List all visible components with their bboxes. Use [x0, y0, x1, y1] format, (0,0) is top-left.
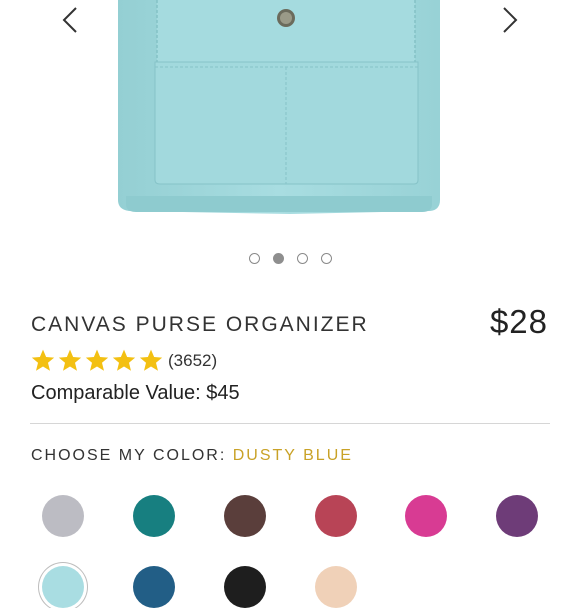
- star-icon: [139, 349, 163, 371]
- chevron-left-icon: [62, 7, 77, 33]
- divider: [30, 423, 550, 424]
- carousel-dot[interactable]: [248, 253, 260, 264]
- color-swatch[interactable]: [496, 495, 538, 537]
- star-icon: [85, 349, 109, 371]
- next-image-button[interactable]: [484, 0, 536, 40]
- star-icon: [31, 349, 55, 371]
- previous-image-button[interactable]: [44, 0, 96, 40]
- carousel-dots: [0, 253, 580, 264]
- carousel-dot-active[interactable]: [272, 253, 284, 264]
- color-picker-label: CHOOSE MY COLOR:: [31, 447, 233, 464]
- review-count[interactable]: (3652): [168, 351, 217, 371]
- carousel-dot[interactable]: [320, 253, 332, 264]
- color-picker-heading: CHOOSE MY COLOR: DUSTY BLUE: [31, 447, 353, 465]
- color-swatch[interactable]: [405, 495, 447, 537]
- color-swatch[interactable]: [315, 495, 357, 537]
- star-icon: [58, 349, 82, 371]
- star-icon: [112, 349, 136, 371]
- product-image-gallery: [0, 0, 580, 240]
- product-price: $28: [489, 303, 548, 340]
- comparable-value: Comparable Value: $45: [31, 382, 240, 404]
- product-title: CANVAS PURSE ORGANIZER: [31, 313, 369, 336]
- color-swatch[interactable]: [133, 495, 175, 537]
- color-swatch[interactable]: [224, 566, 266, 608]
- carousel-dot[interactable]: [296, 253, 308, 264]
- color-swatch[interactable]: [42, 495, 84, 537]
- color-swatch-selected[interactable]: [42, 566, 84, 608]
- color-swatch[interactable]: [224, 495, 266, 537]
- color-swatch[interactable]: [315, 566, 357, 608]
- color-swatch[interactable]: [133, 566, 175, 608]
- star-rating[interactable]: (3652): [30, 348, 217, 373]
- selected-color-name: DUSTY BLUE: [232, 447, 353, 464]
- chevron-right-icon: [503, 7, 518, 33]
